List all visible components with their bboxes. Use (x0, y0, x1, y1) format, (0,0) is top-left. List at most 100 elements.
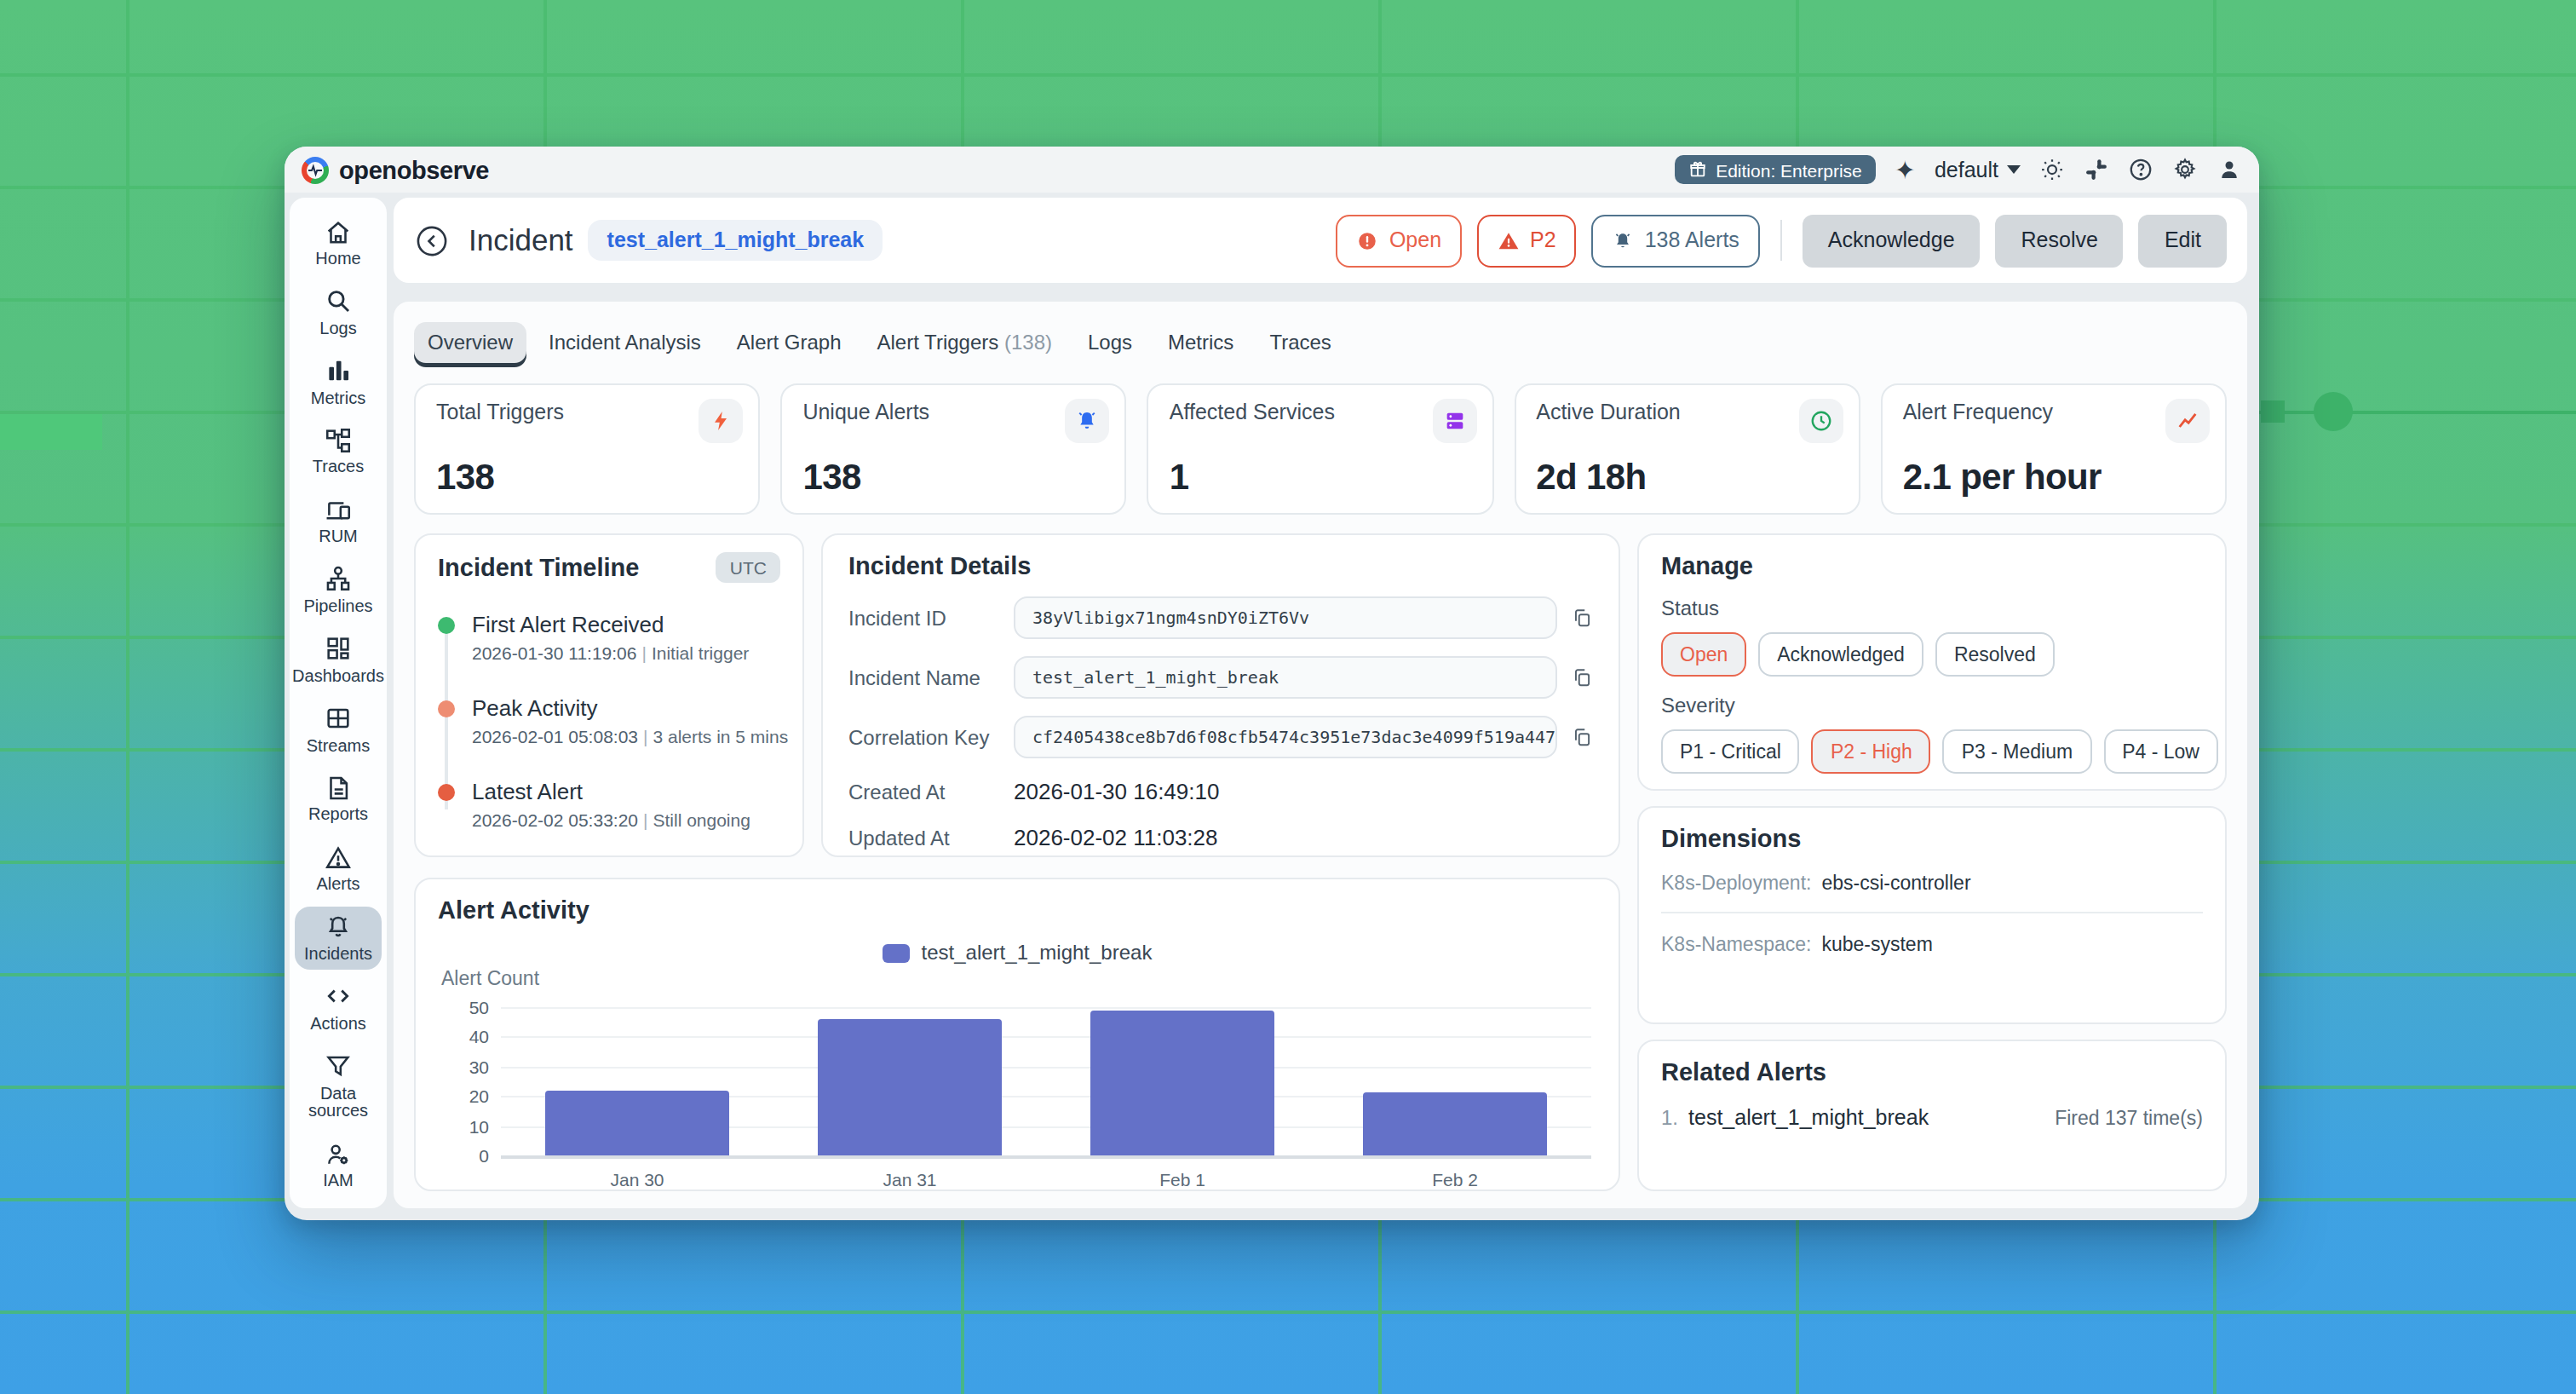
bell-icon (1613, 229, 1635, 251)
desktop: openobserve Edition: Enterprise ✦ defaul… (0, 0, 2576, 1394)
tab-logs[interactable]: Logs (1074, 321, 1146, 362)
sidebar-item-data-sources[interactable]: Data sources (295, 1046, 382, 1126)
timeline-event: Peak Activity 2026-02-01 05:08:03|3 aler… (438, 695, 780, 746)
table-icon (324, 703, 353, 734)
y-axis-tick: 40 (446, 1027, 489, 1047)
edit-button[interactable]: Edit (2139, 214, 2227, 267)
incident-content: Overview Incident Analysis Alert Graph A… (394, 302, 2247, 1208)
incident-id-field[interactable]: 38yVlibigx71ngm4snDY0iZT6Vv (1014, 596, 1557, 639)
laptop-icon (324, 494, 353, 525)
sidebar-item-streams[interactable]: Streams (295, 698, 382, 761)
sidebar-item-actions[interactable]: Actions (295, 976, 382, 1040)
slack-icon[interactable] (2084, 157, 2109, 182)
correlation-key-field[interactable]: cf2405438ce8b7d6f08cfb5474c3951e73dac3e4… (1014, 716, 1557, 758)
pipeline-icon (324, 564, 353, 595)
sidebar-item-iam[interactable]: IAM (295, 1133, 382, 1196)
back-button[interactable] (414, 222, 450, 258)
sidebar-item-incidents[interactable]: Incidents (295, 907, 382, 970)
sidebar-item-dashboards[interactable]: Dashboards (295, 629, 382, 692)
timeline-dot (438, 700, 455, 717)
sidebar-item-metrics[interactable]: Metrics (295, 350, 382, 413)
copy-icon[interactable] (1571, 607, 1593, 629)
bar-chart: 01020304050 (501, 1007, 1591, 1155)
x-axis-tick: Jan 30 (501, 1169, 773, 1190)
sidebar-item-alerts[interactable]: Alerts (295, 837, 382, 900)
stat-alert-frequency: Alert Frequency 2.1 per hour (1881, 383, 2227, 515)
tab-bar: Overview Incident Analysis Alert Graph A… (414, 319, 2227, 365)
tab-traces[interactable]: Traces (1256, 321, 1344, 362)
tab-alert-graph[interactable]: Alert Graph (723, 321, 855, 362)
severity-p2-button[interactable]: P2 - High (1812, 729, 1931, 774)
severity-p3-button[interactable]: P3 - Medium (1943, 729, 2091, 774)
incident-name-chip[interactable]: test_alert_1_might_break (589, 220, 883, 261)
stat-active-duration: Active Duration 2d 18h (1514, 383, 1860, 515)
background-shape-bar (0, 414, 102, 450)
status-open-button[interactable]: Open (1661, 632, 1746, 677)
code-brackets-icon (324, 982, 353, 1012)
bar[interactable] (1362, 1093, 1548, 1155)
sidebar-item-reports[interactable]: Reports (295, 768, 382, 831)
chart-legend[interactable]: test_alert_1_might_break (416, 941, 1619, 965)
x-axis-labels: Jan 30Jan 31Feb 1Feb 2 (501, 1169, 1591, 1190)
chart-gridline (501, 1155, 1591, 1158)
sparkle-icon[interactable]: ✦ (1895, 157, 1916, 182)
timezone-badge[interactable]: UTC (716, 552, 780, 583)
user-gear-icon (324, 1138, 353, 1169)
tab-overview[interactable]: Overview (414, 321, 526, 362)
resolve-button[interactable]: Resolve (1996, 214, 2124, 267)
timeline-dot (438, 617, 455, 634)
tab-metrics[interactable]: Metrics (1154, 321, 1247, 362)
bell-icon (324, 912, 353, 942)
status-badge: Open (1337, 214, 1462, 267)
incident-name-field[interactable]: test_alert_1_might_break (1014, 656, 1557, 699)
bar[interactable] (544, 1090, 730, 1155)
search-icon (324, 286, 353, 317)
bar-chart-icon (324, 355, 353, 386)
acknowledge-button[interactable]: Acknowledge (1803, 214, 1981, 267)
app-name: openobserve (339, 156, 489, 183)
user-profile-icon[interactable] (2217, 157, 2242, 182)
bar[interactable] (1090, 1011, 1275, 1156)
severity-p4-button[interactable]: P4 - Low (2103, 729, 2218, 774)
incident-timeline-card: Incident Timeline UTC First Alert Receiv… (414, 533, 804, 857)
timeline-dot (438, 784, 455, 801)
x-axis-tick: Feb 1 (1046, 1169, 1319, 1190)
manage-card: Manage Status Open Acknowledged Resolved… (1637, 533, 2227, 791)
sidebar: Home Logs Metrics Traces RUM (290, 198, 387, 1208)
copy-icon[interactable] (1571, 726, 1593, 748)
y-axis-label: Alert Count (441, 968, 539, 988)
status-resolved-button[interactable]: Resolved (1935, 632, 2055, 677)
edition-badge[interactable]: Edition: Enterprise (1675, 155, 1876, 184)
gift-icon (1688, 160, 1707, 179)
severity-p1-button[interactable]: P1 - Critical (1661, 729, 1800, 774)
tab-incident-analysis[interactable]: Incident Analysis (535, 321, 715, 362)
dimension-row: K8s-Namespace: kube-system (1661, 934, 2203, 954)
incident-header: Incident test_alert_1_might_break Open P… (394, 198, 2247, 283)
sidebar-item-pipelines[interactable]: Pipelines (295, 559, 382, 622)
updated-at-value: 2026-02-02 11:03:28 (1014, 825, 1218, 850)
y-axis-tick: 30 (446, 1057, 489, 1077)
severity-badge: P2 (1477, 214, 1577, 267)
brand[interactable]: openobserve (302, 156, 489, 183)
sidebar-item-logs[interactable]: Logs (295, 281, 382, 344)
copy-icon[interactable] (1571, 666, 1593, 688)
theme-toggle-icon[interactable] (2039, 157, 2065, 182)
sidebar-item-traces[interactable]: Traces (295, 420, 382, 483)
legend-swatch (883, 943, 910, 962)
tab-alert-triggers[interactable]: Alert Triggers (138) (864, 321, 1066, 362)
trace-graph-icon (324, 425, 353, 456)
timeline-event: First Alert Received 2026-01-30 11:19:06… (438, 612, 780, 663)
sidebar-item-rum[interactable]: RUM (295, 489, 382, 552)
stat-unique-alerts: Unique Alerts 138 (780, 383, 1126, 515)
related-alert-row[interactable]: 1. test_alert_1_might_break Fired 137 ti… (1661, 1106, 2203, 1130)
app-topbar: openobserve Edition: Enterprise ✦ defaul… (285, 147, 2259, 193)
sidebar-item-home[interactable]: Home (295, 211, 382, 274)
status-acknowledged-button[interactable]: Acknowledged (1758, 632, 1923, 677)
bar[interactable] (817, 1019, 1003, 1155)
funnel-icon (324, 1051, 353, 1081)
dashboard-grid-icon (324, 634, 353, 665)
settings-gear-icon[interactable] (2172, 157, 2198, 182)
chevron-down-icon (2007, 165, 2021, 174)
help-icon[interactable] (2128, 157, 2153, 182)
org-selector[interactable]: default (1935, 158, 2021, 181)
